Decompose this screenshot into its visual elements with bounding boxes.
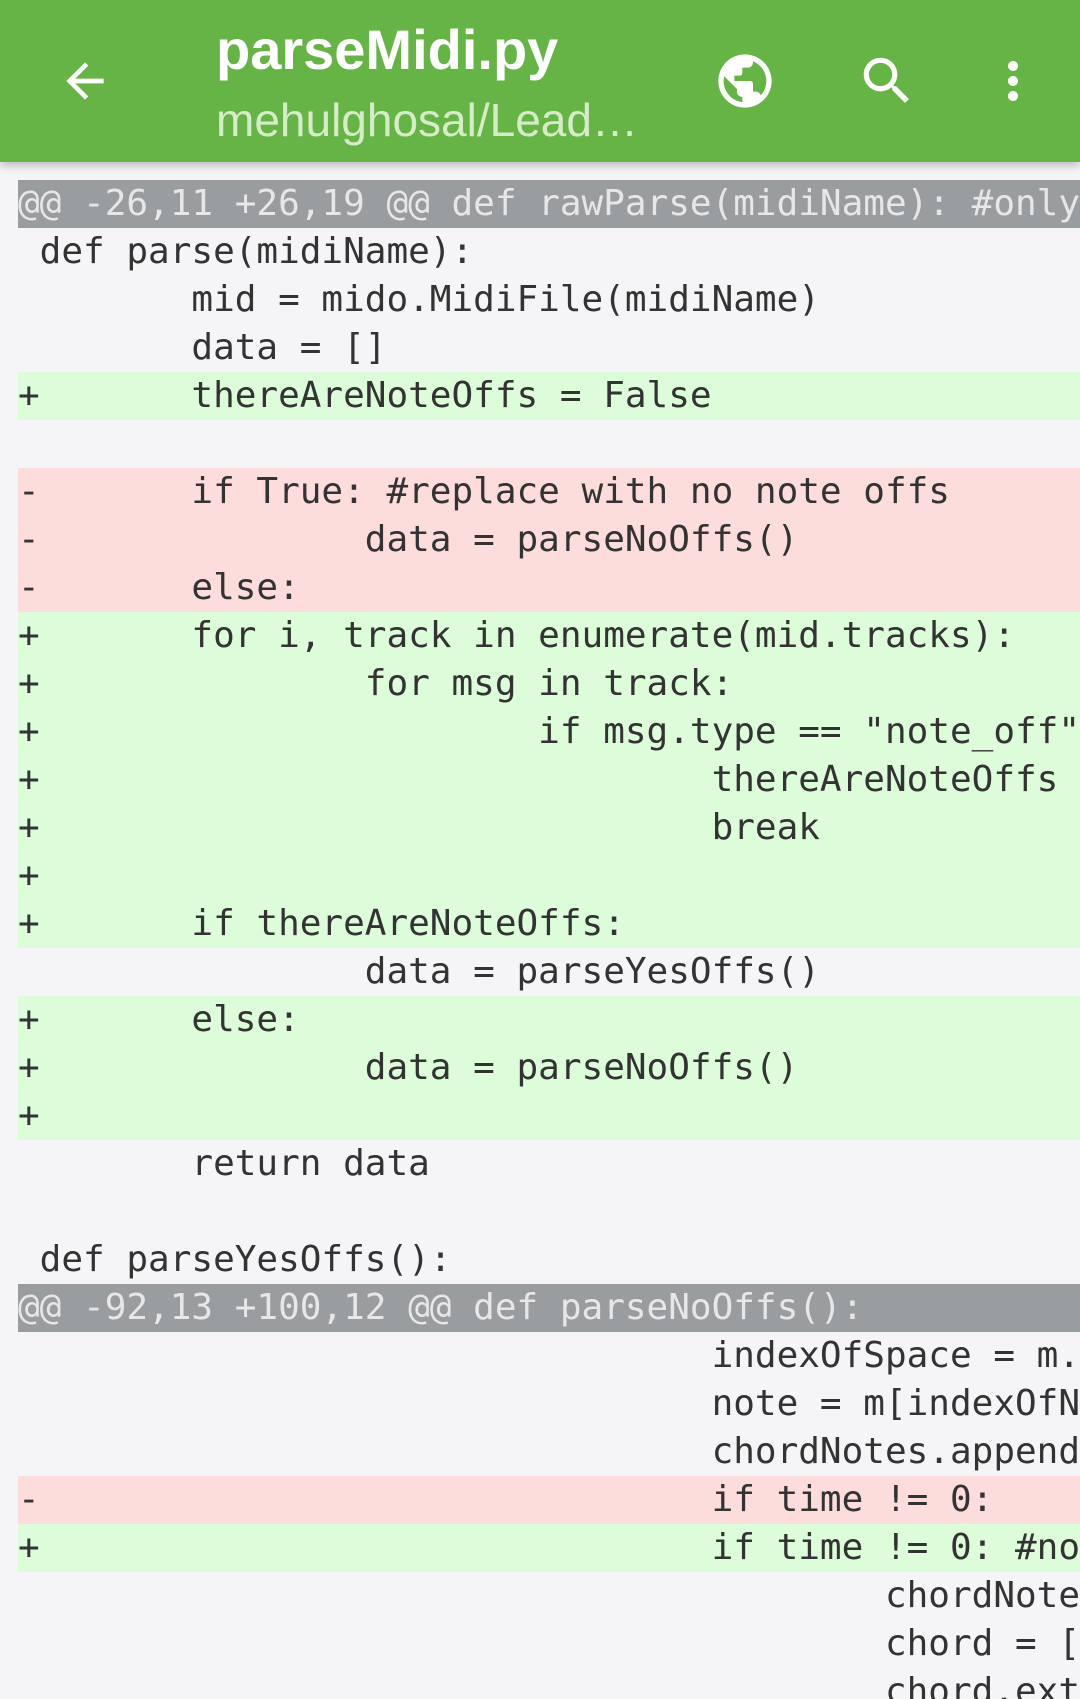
diff-line-added: + (18, 852, 1080, 900)
diff-line-context: chord.exte (18, 1671, 1080, 1699)
repository-subtitle: mehulghosal/Lead… (216, 94, 638, 146)
diff-line-context: chord = [ (18, 1623, 1080, 1664)
diff-line-added: + else: (18, 996, 1080, 1044)
diff-line-added: + if msg.type == "note_off" (18, 708, 1080, 756)
diff-line-added: + thereAreNoteOffs = (18, 756, 1080, 804)
diff-line-context (18, 1188, 1080, 1236)
diff-line-added: + if thereAreNoteOffs: (18, 900, 1080, 948)
diff-line-removed: - if time != 0: (18, 1476, 1080, 1524)
more-vert-icon (1008, 61, 1018, 101)
diff-line-context (18, 420, 1080, 468)
diff-view[interactable]: @@ -26,11 +26,19 @@ def rawParse(midiNam… (18, 180, 1080, 1699)
app-bar: parseMidi.py mehulghosal/Lead… (0, 0, 1080, 162)
search-icon (863, 57, 909, 103)
diff-line-added: + break (18, 804, 1080, 852)
diff-line-added: + for i, track in enumerate(mid.tracks): (18, 612, 1080, 660)
title-block: parseMidi.py mehulghosal/Lead… (216, 18, 656, 148)
search-button[interactable] (842, 36, 932, 126)
diff-line-added: + thereAreNoteOffs = False (18, 372, 1080, 420)
diff-hunk-header: @@ -92,13 +100,12 @@ def parseNoOffs(): (18, 1284, 1080, 1332)
diff-line-added: + for msg in track: (18, 660, 1080, 708)
diff-line-context: chordNotes.append (18, 1431, 1080, 1472)
diff-line-context: data = parseYesOffs() (18, 951, 820, 992)
diff-line-context: def parse(midiName): (18, 231, 474, 272)
arrow-left-icon (66, 62, 104, 100)
file-title: parseMidi.py (216, 18, 559, 81)
diff-line-added: + data = parseNoOffs() (18, 1044, 1080, 1092)
diff-line-context: indexOfSpace = m. (18, 1335, 1080, 1376)
open-in-browser-button[interactable] (700, 36, 790, 126)
overflow-menu-button[interactable] (968, 36, 1058, 126)
diff-hunk-header: @@ -26,11 +26,19 @@ def rawParse(midiNam… (18, 180, 1080, 228)
diff-line-removed: - if True: #replace with no note offs (18, 468, 1080, 516)
diff-line-added: + (18, 1092, 1080, 1140)
diff-line-context: def parseYesOffs(): (18, 1239, 452, 1280)
diff-line-context: chordNote (18, 1575, 1080, 1616)
diff-line-context: data = [] (18, 327, 387, 368)
diff-line-context: return data (18, 1143, 430, 1184)
diff-line-context: note = m[indexOfNo (18, 1383, 1080, 1424)
diff-line-removed: - else: (18, 564, 1080, 612)
diff-line-removed: - data = parseNoOffs() (18, 516, 1080, 564)
globe-icon (718, 54, 772, 108)
back-button[interactable] (40, 36, 130, 126)
diff-line-context: mid = mido.MidiFile(midiName) (18, 279, 820, 320)
diff-line-added: + if time != 0: #not (18, 1524, 1080, 1572)
